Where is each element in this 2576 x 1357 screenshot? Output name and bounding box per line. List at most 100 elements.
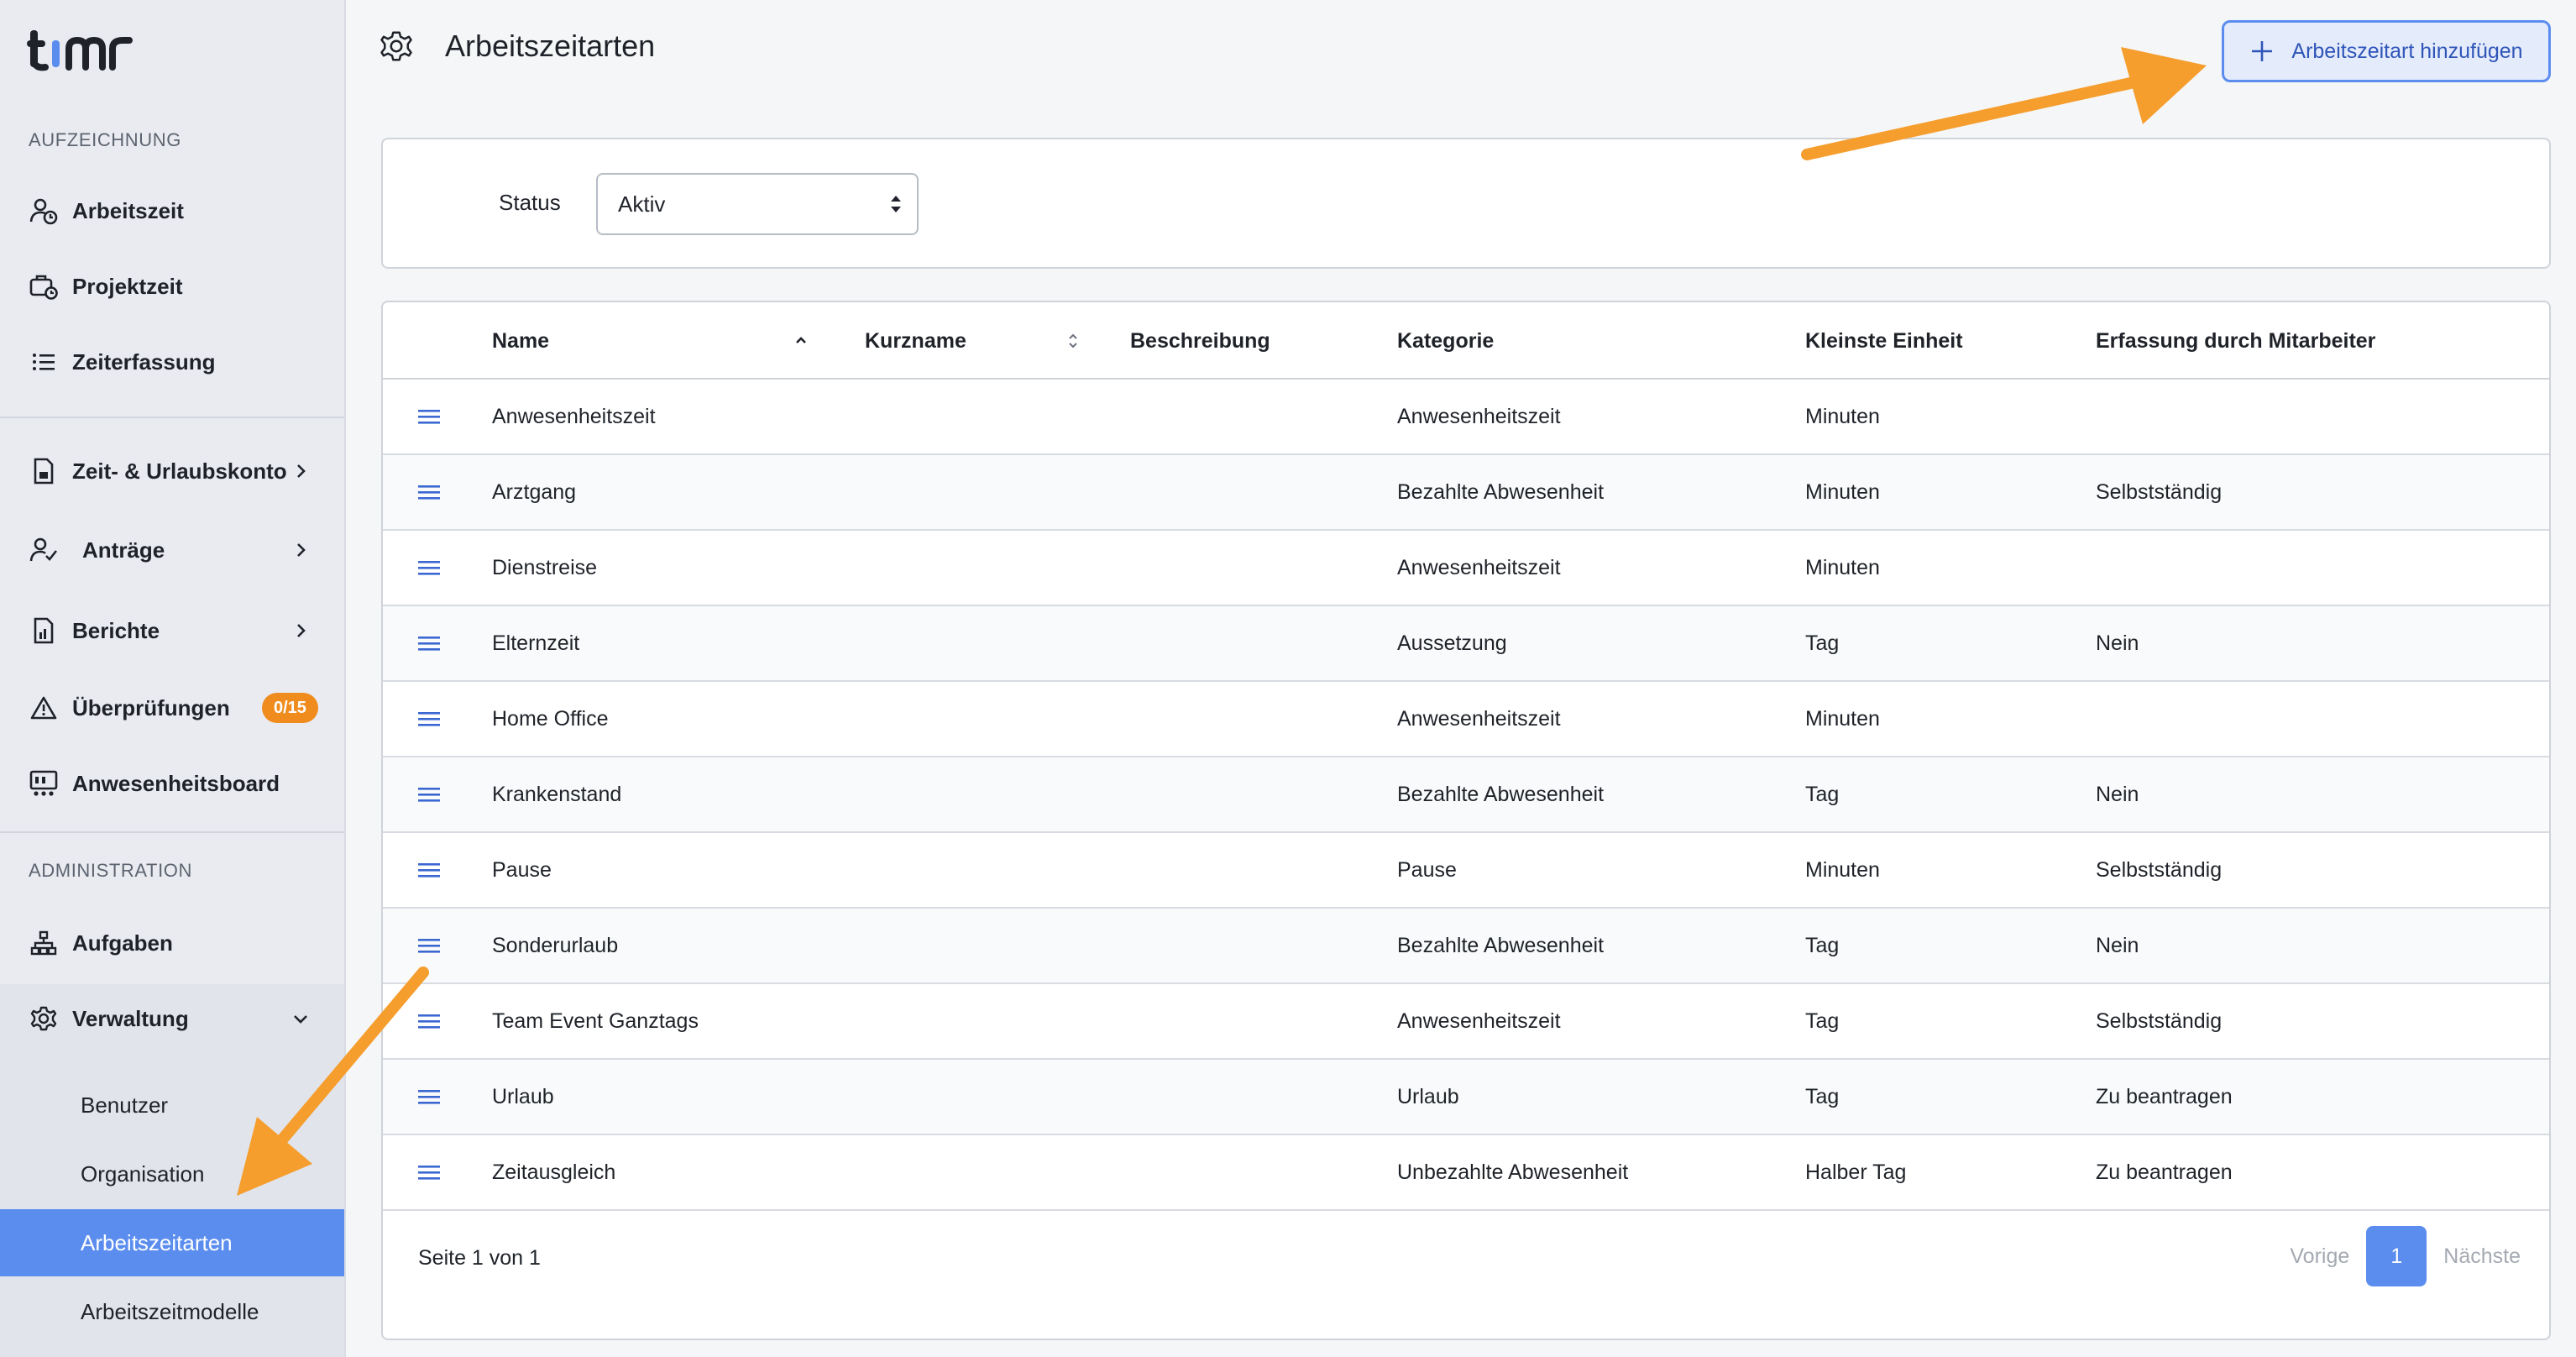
page-1-button[interactable]: 1 [2366, 1226, 2427, 1286]
sidebar-item-verwaltung[interactable]: Verwaltung [0, 989, 344, 1048]
column-header-einheit: Kleinste Einheit [1805, 328, 1963, 353]
sidebar-item-label: Zeiterfassung [72, 348, 216, 375]
drag-handle-icon[interactable] [416, 932, 442, 959]
drag-handle-icon[interactable] [416, 781, 442, 808]
sort-unsorted-icon[interactable] [1063, 331, 1083, 351]
table-row[interactable]: Sonderurlaub Bezahlte Abwesenheit Tag Nein [383, 909, 2549, 984]
user-clock-icon [29, 196, 59, 226]
cell-kategorie: Anwesenheitszeit [1397, 1009, 1561, 1033]
sidebar-item-zeitkonto[interactable]: Zeit- & Urlaubskonto [0, 442, 344, 500]
sidebar-item-label: Verwaltung [72, 1005, 189, 1031]
table-row[interactable]: Pause Pause Minuten Selbstständig [383, 833, 2549, 909]
page-title: Arbeitszeitarten [445, 29, 656, 63]
sidebar-subitem-benutzer[interactable]: Benutzer [0, 1071, 344, 1139]
sidebar-item-arbeitszeit[interactable]: Arbeitszeit [0, 181, 344, 240]
user-check-icon [29, 535, 59, 565]
cell-erfassung: Nein [2096, 782, 2139, 806]
drag-handle-icon[interactable] [416, 705, 442, 732]
sidebar-subitem-arbeitszeitarten[interactable]: Arbeitszeitarten [0, 1209, 344, 1276]
plus-icon [2252, 41, 2273, 61]
cell-einheit: Minuten [1805, 479, 1880, 504]
app-window: AUFZEICHNUNG Arbeitszeit Projektzeit Zei… [0, 0, 2576, 1357]
cell-name: Anwesenheitszeit [492, 404, 656, 428]
cell-kategorie: Urlaub [1397, 1084, 1459, 1108]
drag-handle-icon[interactable] [416, 630, 442, 657]
add-work-time-type-button[interactable]: Arbeitszeitart hinzufügen [2222, 20, 2551, 82]
cell-erfassung: Selbstständig [2096, 1009, 2223, 1033]
review-count-badge: 0/15 [262, 693, 318, 723]
cell-einheit: Tag [1805, 1009, 1840, 1033]
section-label-admin: ADMINISTRATION [29, 860, 192, 881]
drag-handle-icon[interactable] [416, 554, 442, 581]
column-header-kurzname[interactable]: Kurzname [865, 302, 966, 380]
cell-name: Pause [492, 857, 552, 882]
cell-kategorie: Anwesenheitszeit [1397, 555, 1561, 579]
sidebar-item-label: Anwesenheitsboard [72, 770, 280, 796]
drag-handle-icon[interactable] [416, 403, 442, 430]
cell-name: Krankenstand [492, 782, 622, 806]
report-icon [29, 616, 59, 646]
chevron-right-icon [297, 624, 306, 637]
sort-ascending-icon[interactable] [791, 331, 811, 351]
column-header-erfassung: Erfassung durch Mitarbeiter [2096, 328, 2376, 353]
chevron-right-icon [297, 543, 306, 557]
cell-name: Elternzeit [492, 631, 580, 655]
sidebar-subitem-arbeitszeitmodelle[interactable]: Arbeitszeitmodelle [0, 1278, 344, 1345]
table-row[interactable]: Elternzeit Aussetzung Tag Nein [383, 606, 2549, 682]
previous-page-button[interactable]: Vorige [2290, 1244, 2349, 1269]
table-row[interactable]: Dienstreise Anwesenheitszeit Minuten [383, 531, 2549, 606]
filter-card: Status Aktiv [381, 138, 2551, 269]
sidebar-divider [0, 417, 344, 418]
table-row[interactable]: Arztgang Bezahlte Abwesenheit Minuten Selbs… [383, 455, 2549, 531]
status-select[interactable]: Aktiv [596, 173, 919, 235]
next-page-button[interactable]: Nächste [2443, 1244, 2521, 1269]
work-time-types-table: Name Kurzname Beschreibung Kategorie Kle… [381, 301, 2551, 1340]
table-header: Name Kurzname Beschreibung Kategorie Kle… [383, 302, 2549, 380]
table-row[interactable]: Zeitausgleich Unbezahlte Abwesenheit Halbe… [383, 1135, 2549, 1211]
warning-icon [29, 693, 59, 723]
sidebar-item-label: Berichte [72, 617, 160, 643]
sidebar-item-zeiterfassung[interactable]: Zeiterfassung [0, 333, 344, 391]
table-row[interactable]: Urlaub Urlaub Tag Zu beantragen [383, 1060, 2549, 1135]
cell-einheit: Tag [1805, 631, 1840, 655]
cell-einheit: Tag [1805, 1084, 1840, 1108]
cell-name: Team Event Ganztags [492, 1009, 699, 1033]
drag-handle-icon[interactable] [416, 479, 442, 506]
sidebar-item-aufgaben[interactable]: Aufgaben [0, 914, 344, 972]
drag-handle-icon[interactable] [416, 857, 442, 883]
sidebar-item-berichte[interactable]: Berichte [0, 601, 344, 660]
drag-handle-icon[interactable] [416, 1159, 442, 1186]
cell-kategorie: Bezahlte Abwesenheit [1397, 933, 1605, 957]
timr-logo[interactable] [27, 24, 136, 74]
drag-handle-icon[interactable] [416, 1008, 442, 1035]
chevron-right-icon [297, 464, 306, 478]
section-label-recording: AUFZEICHNUNG [29, 129, 181, 150]
sidebar-item-anwesenheitsboard[interactable]: Anwesenheitsboard [0, 754, 344, 813]
cell-erfassung: Selbstständig [2096, 857, 2223, 882]
gear-icon [380, 31, 412, 61]
page-header: Arbeitszeitarten [380, 29, 655, 64]
sidebar-divider [0, 831, 344, 833]
drag-handle-icon[interactable] [416, 1083, 442, 1110]
briefcase-clock-icon [29, 271, 59, 301]
cell-kategorie: Bezahlte Abwesenheit [1397, 782, 1605, 806]
cell-erfassung: Selbstständig [2096, 479, 2223, 504]
sidebar-subitem-organisation[interactable]: Organisation [0, 1140, 344, 1208]
sidebar-item-label: Projektzeit [72, 273, 183, 299]
gear-icon [29, 1003, 59, 1034]
table-row[interactable]: Anwesenheitszeit Anwesenheitszeit Minuten [383, 380, 2549, 455]
table-row[interactable]: Team Event Ganztags Anwesenheitszeit Tag Se… [383, 984, 2549, 1060]
column-header-name[interactable]: Name [492, 302, 549, 380]
table-row[interactable]: Home Office Anwesenheitszeit Minuten [383, 682, 2549, 757]
column-header-beschreibung: Beschreibung [1130, 328, 1270, 353]
cell-einheit: Halber Tag [1805, 1160, 1907, 1184]
cell-einheit: Minuten [1805, 706, 1880, 731]
list-icon [29, 347, 59, 377]
cell-name: Zeitausgleich [492, 1160, 616, 1184]
cell-erfassung: Nein [2096, 933, 2139, 957]
sidebar-item-antraege[interactable]: Anträge [0, 521, 344, 579]
sidebar-item-label: Arbeitszeit [72, 197, 184, 223]
sidebar-item-projektzeit[interactable]: Projektzeit [0, 257, 344, 316]
sidebar-item-ueberpruefungen[interactable]: Überprüfungen 0/15 [0, 678, 344, 737]
table-row[interactable]: Krankenstand Bezahlte Abwesenheit Tag Nein [383, 757, 2549, 833]
